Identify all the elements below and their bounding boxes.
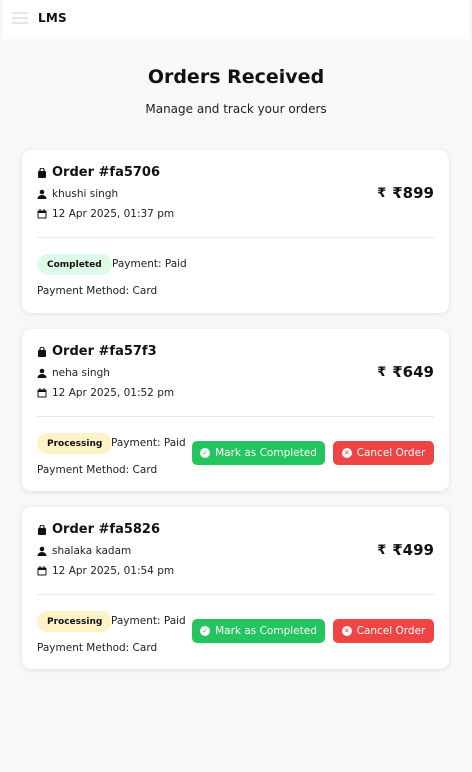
customer-name: shalaka kadam	[52, 545, 132, 557]
status-badge: Completed	[37, 254, 112, 275]
order-card: Order #fa5706 khushi singh 12 Apr 2025, …	[22, 150, 449, 313]
top-navbar: LMS	[3, 0, 469, 39]
status-badge: Processing	[37, 433, 113, 454]
order-id: Order #fa5706	[52, 165, 161, 180]
cancel-order-button[interactable]: ✕ Cancel Order	[333, 441, 434, 465]
order-id: Order #fa5826	[52, 522, 161, 537]
shopping-bag-icon	[37, 346, 47, 357]
order-title: Order #fa5826	[37, 522, 160, 537]
order-amount: ₹ ₹649	[377, 363, 434, 381]
mark-completed-label: Mark as Completed	[215, 625, 317, 637]
divider	[37, 594, 434, 595]
order-title: Order #fa57f3	[37, 344, 157, 359]
calendar-icon	[37, 566, 47, 576]
order-date: 12 Apr 2025, 01:37 pm	[52, 208, 175, 220]
amount-value: ₹499	[392, 541, 434, 559]
customer-row: khushi singh	[37, 188, 118, 200]
date-row: 12 Apr 2025, 01:54 pm	[37, 565, 174, 577]
x-circle-icon: ✕	[341, 448, 352, 458]
customer-row: neha singh	[37, 367, 110, 379]
x-circle-icon: ✕	[341, 626, 352, 636]
payment-method: Payment Method: Card	[37, 285, 158, 297]
payment-status: Payment: Paid	[111, 615, 186, 627]
menu-icon[interactable]	[12, 12, 28, 26]
mark-completed-label: Mark as Completed	[215, 447, 317, 459]
mark-completed-button[interactable]: ✓ Mark as Completed	[192, 619, 325, 643]
page-subtitle: Manage and track your orders	[145, 102, 327, 116]
cancel-order-label: Cancel Order	[356, 625, 426, 637]
rupee-icon: ₹	[377, 185, 387, 201]
order-id: Order #fa57f3	[52, 344, 157, 359]
payment-method: Payment Method: Card	[37, 642, 158, 654]
customer-row: shalaka kadam	[37, 545, 131, 557]
payment-method: Payment Method: Card	[37, 464, 158, 476]
check-circle-icon: ✓	[200, 626, 211, 636]
order-date: 12 Apr 2025, 01:54 pm	[52, 565, 175, 577]
date-row: 12 Apr 2025, 01:37 pm	[37, 208, 174, 220]
amount-value: ₹649	[392, 363, 434, 381]
status-badge: Processing	[37, 611, 113, 632]
shopping-bag-icon	[37, 524, 47, 535]
order-amount: ₹ ₹499	[377, 541, 434, 559]
customer-name: neha singh	[52, 367, 110, 379]
cancel-order-button[interactable]: ✕ Cancel Order	[333, 619, 434, 643]
payment-status: Payment: Paid	[111, 437, 186, 449]
rupee-icon: ₹	[377, 364, 387, 380]
order-card: Order #fa57f3 neha singh 12 Apr 2025, 01…	[22, 329, 449, 491]
user-icon	[37, 546, 47, 556]
date-row: 12 Apr 2025, 01:52 pm	[37, 387, 174, 399]
order-date: 12 Apr 2025, 01:52 pm	[52, 387, 175, 399]
calendar-icon	[37, 209, 47, 219]
brand-logo[interactable]: LMS	[38, 11, 67, 25]
cancel-order-label: Cancel Order	[356, 447, 426, 459]
check-circle-icon: ✓	[200, 448, 211, 458]
mark-completed-button[interactable]: ✓ Mark as Completed	[192, 441, 325, 465]
order-card: Order #fa5826 shalaka kadam 12 Apr 2025,…	[22, 507, 449, 669]
calendar-icon	[37, 388, 47, 398]
user-icon	[37, 368, 47, 378]
divider	[37, 237, 434, 238]
amount-value: ₹899	[392, 184, 434, 202]
page-title: Orders Received	[147, 66, 325, 88]
user-icon	[37, 189, 47, 199]
order-title: Order #fa5706	[37, 165, 160, 180]
rupee-icon: ₹	[377, 542, 387, 558]
customer-name: khushi singh	[52, 188, 119, 200]
shopping-bag-icon	[37, 167, 47, 178]
order-amount: ₹ ₹899	[377, 184, 434, 202]
payment-status: Payment: Paid	[112, 258, 187, 270]
divider	[37, 416, 434, 417]
